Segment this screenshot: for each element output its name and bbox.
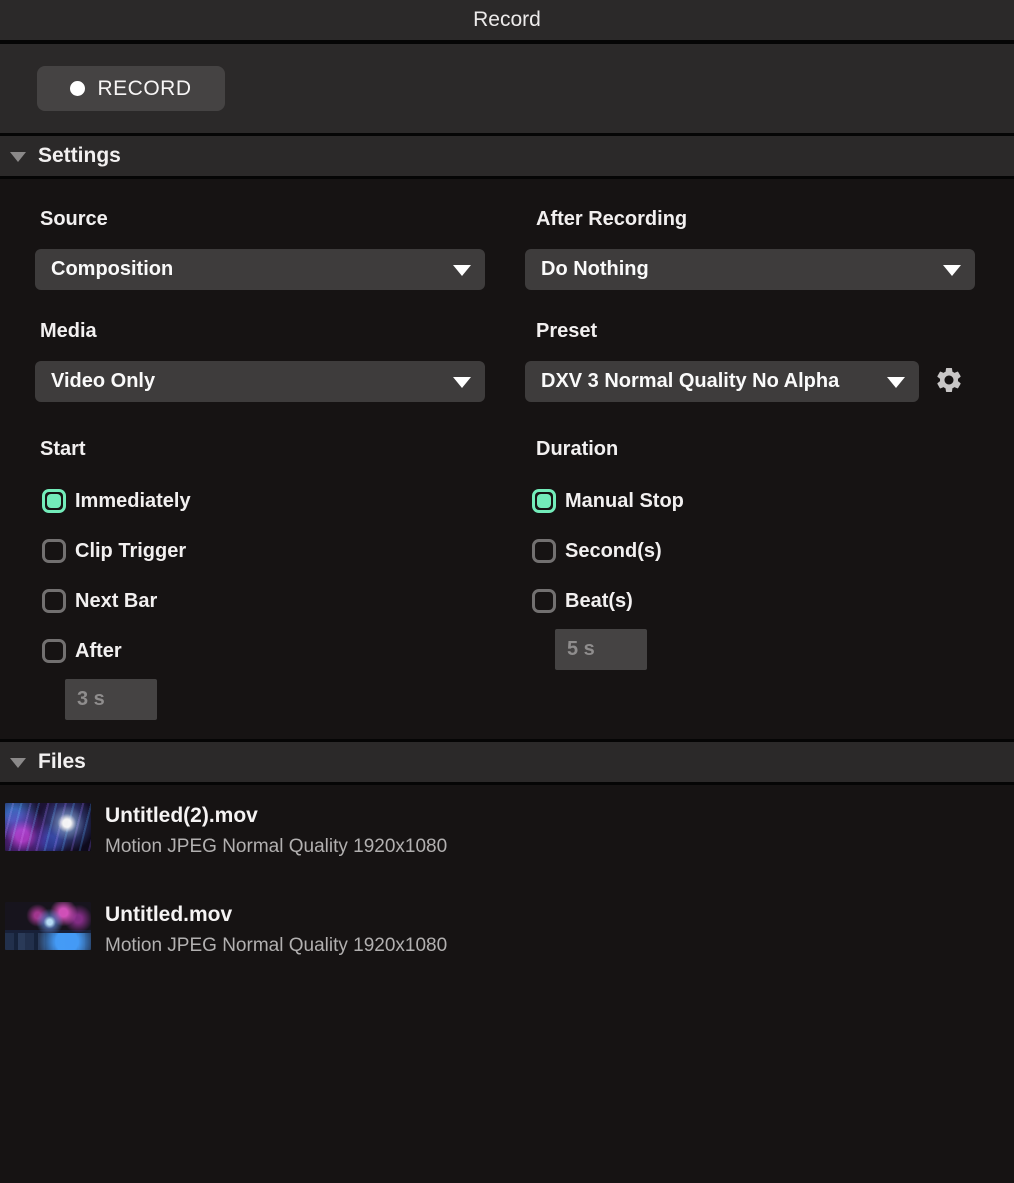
dropdown-arrow-icon	[943, 265, 961, 276]
record-toolbar: RECORD	[0, 44, 1014, 136]
checkbox-unchecked[interactable]	[42, 639, 66, 663]
preset-settings-button[interactable]	[934, 365, 964, 395]
preset-value: DXV 3 Normal Quality No Alpha	[541, 370, 839, 393]
start-option-after[interactable]: After	[42, 639, 122, 663]
source-value: Composition	[51, 258, 173, 281]
source-dropdown[interactable]: Composition	[35, 249, 485, 290]
after-recording-value: Do Nothing	[541, 258, 649, 281]
files-section-header[interactable]: Files	[0, 739, 1014, 785]
file-meta: Untitled(2).mov Motion JPEG Normal Quali…	[105, 803, 447, 859]
preset-dropdown[interactable]: DXV 3 Normal Quality No Alpha	[525, 361, 919, 402]
record-button[interactable]: RECORD	[37, 66, 225, 111]
file-thumbnail	[5, 803, 91, 851]
files-list: Untitled(2).mov Motion JPEG Normal Quali…	[0, 785, 1014, 1183]
file-thumbnail	[5, 902, 91, 950]
start-option-immediately[interactable]: Immediately	[42, 489, 191, 513]
duration-option-manual-stop[interactable]: Manual Stop	[532, 489, 684, 513]
checkbox-checked[interactable]	[42, 489, 66, 513]
duration-label: Duration	[536, 437, 618, 461]
start-label: Start	[40, 437, 86, 461]
settings-section-header[interactable]: Settings	[0, 136, 1014, 179]
panel-title: Record	[473, 8, 541, 32]
files-header-label: Files	[38, 750, 86, 774]
dropdown-arrow-icon	[887, 377, 905, 388]
file-name: Untitled(2).mov	[105, 803, 447, 829]
media-label: Media	[40, 319, 97, 343]
after-seconds-input[interactable]: 3 s	[65, 679, 157, 720]
file-meta: Untitled.mov Motion JPEG Normal Quality …	[105, 902, 447, 958]
media-dropdown[interactable]: Video Only	[35, 361, 485, 402]
after-recording-label: After Recording	[536, 207, 687, 231]
duration-option-beats[interactable]: Beat(s)	[532, 589, 633, 613]
record-dot-icon	[70, 81, 85, 96]
file-name: Untitled.mov	[105, 902, 447, 928]
file-info: Motion JPEG Normal Quality 1920x1080	[105, 934, 447, 958]
source-label: Source	[40, 207, 108, 231]
checkbox-checked[interactable]	[532, 489, 556, 513]
duration-value-input[interactable]: 5 s	[555, 629, 647, 670]
start-option-clip-trigger[interactable]: Clip Trigger	[42, 539, 186, 563]
checkbox-unchecked[interactable]	[42, 539, 66, 563]
after-recording-dropdown[interactable]: Do Nothing	[525, 249, 975, 290]
file-info: Motion JPEG Normal Quality 1920x1080	[105, 835, 447, 859]
settings-header-label: Settings	[38, 144, 121, 168]
checkbox-unchecked[interactable]	[532, 589, 556, 613]
record-button-label: RECORD	[97, 77, 191, 101]
preset-label: Preset	[536, 319, 597, 343]
file-row[interactable]: Untitled(2).mov Motion JPEG Normal Quali…	[5, 803, 1004, 859]
checkbox-unchecked[interactable]	[532, 539, 556, 563]
settings-body: Source Composition After Recording Do No…	[0, 179, 1014, 739]
file-row[interactable]: Untitled.mov Motion JPEG Normal Quality …	[5, 902, 1004, 958]
start-option-next-bar[interactable]: Next Bar	[42, 589, 157, 613]
dropdown-arrow-icon	[453, 265, 471, 276]
dropdown-arrow-icon	[453, 377, 471, 388]
title-bar: Record	[0, 0, 1014, 44]
record-panel: Record RECORD Settings Source Compositio…	[0, 0, 1014, 1183]
checkbox-unchecked[interactable]	[42, 589, 66, 613]
chevron-down-icon	[10, 758, 26, 768]
gear-icon	[934, 365, 964, 395]
duration-option-seconds[interactable]: Second(s)	[532, 539, 662, 563]
media-value: Video Only	[51, 370, 155, 393]
chevron-down-icon	[10, 152, 26, 162]
